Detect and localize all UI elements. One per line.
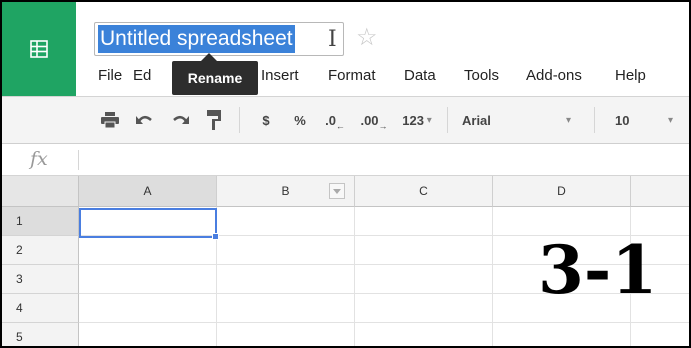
font-size-label: 10 xyxy=(615,112,630,128)
menu-format[interactable]: Format xyxy=(328,65,376,87)
screenshot-frame: Untitled spreadsheet I ☆ File Ed Insert … xyxy=(0,0,691,348)
fx-icon: fx xyxy=(30,148,48,170)
cell-a3[interactable] xyxy=(79,265,217,294)
fill-handle[interactable] xyxy=(212,233,219,240)
rename-tooltip: Rename xyxy=(172,61,258,95)
cell-b5[interactable] xyxy=(217,323,355,346)
menu-insert[interactable]: Insert xyxy=(261,65,299,87)
sheets-logo-icon[interactable] xyxy=(2,2,76,96)
active-cell-selection xyxy=(79,208,217,238)
print-icon[interactable] xyxy=(97,97,123,143)
font-size-dropdown[interactable]: 10 ▾ xyxy=(602,97,689,143)
chevron-down-icon: ▾ xyxy=(668,114,674,126)
menu-data[interactable]: Data xyxy=(404,65,436,87)
cell-c5[interactable] xyxy=(355,323,493,346)
row-header-4[interactable]: 4 xyxy=(2,294,79,323)
number-format-dropdown[interactable]: 123 ▾ xyxy=(394,97,440,143)
row-header-3[interactable]: 3 xyxy=(2,265,79,294)
currency-button[interactable]: $ xyxy=(258,97,274,143)
row-header-1[interactable]: 1 xyxy=(2,207,79,236)
text-cursor-icon: I xyxy=(328,27,337,52)
font-family-label: Arial xyxy=(462,112,491,128)
column-menu-icon[interactable] xyxy=(329,183,345,199)
decrease-decimal-label: .0 xyxy=(325,112,336,128)
cell-c4[interactable] xyxy=(355,294,493,323)
toolbar-divider xyxy=(239,107,240,133)
document-title[interactable]: Untitled spreadsheet xyxy=(98,25,295,53)
menu-edit[interactable]: Ed xyxy=(133,65,151,87)
paint-format-icon[interactable] xyxy=(202,97,226,143)
menu-help[interactable]: Help xyxy=(615,65,646,87)
cell-b2[interactable] xyxy=(217,236,355,265)
row-header-2[interactable]: 2 xyxy=(2,236,79,265)
cell-e5[interactable] xyxy=(631,323,689,346)
percent-button[interactable]: % xyxy=(290,97,310,143)
cell-c2[interactable] xyxy=(355,236,493,265)
chevron-down-icon: ▾ xyxy=(566,114,572,126)
column-header-d[interactable]: D xyxy=(493,176,631,207)
cell-a2[interactable] xyxy=(79,236,217,265)
cell-c3[interactable] xyxy=(355,265,493,294)
star-icon[interactable]: ☆ xyxy=(356,24,378,52)
increase-decimal-label: .00 xyxy=(360,112,379,128)
cell-b4[interactable] xyxy=(217,294,355,323)
font-family-dropdown[interactable]: Arial ▾ xyxy=(454,97,586,143)
column-header-a[interactable]: A xyxy=(79,176,217,207)
app-header: Untitled spreadsheet I ☆ File Ed Insert … xyxy=(2,2,689,96)
tooltip-arrow xyxy=(201,53,217,61)
formula-bar: fx xyxy=(2,144,689,176)
decrease-decimal-button[interactable]: .0 ← xyxy=(320,97,350,143)
chevron-down-icon: ▾ xyxy=(423,114,432,126)
cell-d5[interactable] xyxy=(493,323,631,346)
column-header-e[interactable] xyxy=(631,176,689,207)
figure-label: 3-1 xyxy=(538,231,658,309)
arrow-left-icon: ← xyxy=(335,121,345,131)
menu-file[interactable]: File xyxy=(98,65,122,87)
column-header-c[interactable]: C xyxy=(355,176,493,207)
cell-c1[interactable] xyxy=(355,207,493,236)
cell-b3[interactable] xyxy=(217,265,355,294)
toolbar-divider xyxy=(447,107,448,133)
row-header-5[interactable]: 5 xyxy=(2,323,79,346)
cell-a5[interactable] xyxy=(79,323,217,346)
toolbar-divider xyxy=(594,107,595,133)
cell-b1[interactable] xyxy=(217,207,355,236)
cell-a4[interactable] xyxy=(79,294,217,323)
select-all-corner[interactable] xyxy=(2,176,79,207)
increase-decimal-button[interactable]: .00 → xyxy=(356,97,392,143)
formula-input[interactable] xyxy=(88,144,678,175)
menu-tools[interactable]: Tools xyxy=(464,65,499,87)
number-format-label: 123 xyxy=(402,112,424,128)
redo-icon[interactable] xyxy=(167,97,193,143)
formula-bar-divider xyxy=(78,150,79,170)
menu-add-ons[interactable]: Add-ons xyxy=(526,65,582,87)
toolbar: $ % .0 ← .00 → 123 ▾ Arial ▾ 10 ▾ xyxy=(2,96,689,144)
undo-icon[interactable] xyxy=(132,97,158,143)
arrow-right-icon: → xyxy=(378,121,388,131)
